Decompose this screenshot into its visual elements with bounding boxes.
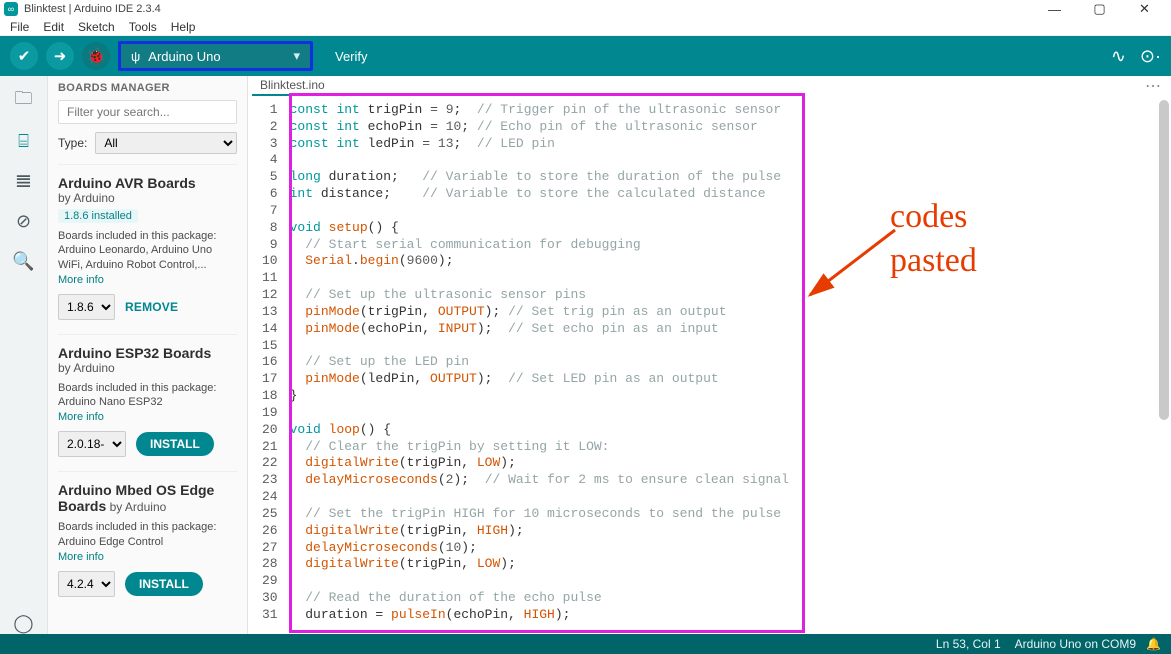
- package-version-select[interactable]: 2.0.18-: [58, 431, 126, 457]
- package-card: Arduino Mbed OS Edge Boards by Arduino B…: [58, 471, 237, 611]
- package-name: Arduino AVR Boards: [58, 175, 237, 191]
- verify-button[interactable]: ✔: [10, 42, 38, 70]
- menu-edit[interactable]: Edit: [43, 20, 64, 34]
- package-installed-badge: 1.8.6 installed: [58, 209, 138, 223]
- package-description: Boards included in this package: Arduino…: [58, 229, 237, 272]
- package-card: Arduino AVR Boardsby Arduino 1.8.6 insta…: [58, 164, 237, 334]
- code-lines[interactable]: const int trigPin = 9; // Trigger pin of…: [290, 102, 1171, 634]
- package-more-info-link[interactable]: More info: [58, 551, 104, 563]
- folder-icon[interactable]: 🗀: [13, 90, 35, 112]
- package-install-button[interactable]: INSTALL: [136, 432, 214, 456]
- status-bar: Ln 53, Col 1 Arduino Uno on COM9 🔔: [0, 634, 1171, 654]
- type-label: Type:: [58, 136, 87, 150]
- menu-help[interactable]: Help: [171, 20, 196, 34]
- window-title: Blinktest | Arduino IDE 2.3.4: [24, 3, 161, 15]
- usb-icon: ψ: [131, 49, 140, 64]
- menu-tools[interactable]: Tools: [129, 20, 157, 34]
- code-editor[interactable]: 1234567891011121314151617181920212223242…: [248, 96, 1171, 634]
- editor-area: Blinktest.ino ⋯ 123456789101112131415161…: [248, 76, 1171, 634]
- line-gutter: 1234567891011121314151617181920212223242…: [248, 102, 290, 634]
- serial-plotter-icon[interactable]: ∿: [1111, 46, 1126, 67]
- package-more-info-link[interactable]: More info: [58, 274, 104, 286]
- main-body: 🗀 ⌸ 𝌆 ⊘ 🔍 ◯ BOARDS MANAGER Type: All Ard…: [0, 76, 1171, 634]
- board-selector-label: Arduino Uno: [148, 49, 220, 64]
- boards-search-input[interactable]: [58, 100, 237, 124]
- package-author: by Arduino: [58, 361, 237, 375]
- window-titlebar: ∞ Blinktest | Arduino IDE 2.3.4 — ▢ ✕: [0, 0, 1171, 18]
- package-name: Arduino ESP32 Boards: [58, 345, 237, 361]
- status-board: Arduino Uno on COM9: [1015, 637, 1136, 651]
- boards-manager-icon[interactable]: ⌸: [13, 130, 35, 152]
- app-logo-icon: ∞: [4, 2, 18, 16]
- search-icon[interactable]: 🔍: [13, 250, 35, 272]
- close-button[interactable]: ✕: [1122, 1, 1167, 17]
- package-author: by Arduino: [110, 500, 167, 514]
- editor-tabbar: Blinktest.ino ⋯: [248, 76, 1171, 96]
- sidebar-heading: BOARDS MANAGER: [58, 82, 237, 94]
- boards-manager-panel: BOARDS MANAGER Type: All Arduino AVR Boa…: [48, 76, 248, 634]
- toolbar-verify-label: Verify: [335, 49, 368, 64]
- package-description: Boards included in this package: Arduino…: [58, 520, 237, 549]
- package-version-select[interactable]: 1.8.6: [58, 294, 115, 320]
- package-card: Arduino ESP32 Boardsby Arduino Boards in…: [58, 334, 237, 472]
- package-author: by Arduino: [58, 191, 237, 205]
- package-version-select[interactable]: 4.2.4: [58, 571, 115, 597]
- package-remove-button[interactable]: REMOVE: [125, 300, 178, 314]
- serial-monitor-icon[interactable]: ⊙·: [1140, 46, 1161, 67]
- debug-panel-icon[interactable]: ⊘: [13, 210, 35, 232]
- maximize-button[interactable]: ▢: [1077, 1, 1122, 17]
- library-manager-icon[interactable]: 𝌆: [13, 170, 35, 192]
- debug-button[interactable]: 🐞: [82, 42, 110, 70]
- board-selector[interactable]: ψ Arduino Uno ▾: [118, 41, 313, 71]
- tab-active[interactable]: Blinktest.ino: [252, 76, 333, 96]
- notifications-icon[interactable]: 🔔: [1146, 637, 1161, 651]
- toolbar: ✔ ➜ 🐞 ψ Arduino Uno ▾ Verify ∿ ⊙·: [0, 36, 1171, 76]
- activity-bar: 🗀 ⌸ 𝌆 ⊘ 🔍 ◯: [0, 76, 48, 634]
- minimize-button[interactable]: —: [1032, 2, 1077, 17]
- menu-file[interactable]: File: [10, 20, 29, 34]
- status-cursor: Ln 53, Col 1: [936, 637, 1001, 651]
- menu-sketch[interactable]: Sketch: [78, 20, 115, 34]
- package-more-info-link[interactable]: More info: [58, 411, 104, 423]
- upload-button[interactable]: ➜: [46, 42, 74, 70]
- tab-overflow-icon[interactable]: ⋯: [1145, 76, 1161, 96]
- editor-scrollbar[interactable]: [1157, 96, 1171, 634]
- account-icon[interactable]: ◯: [13, 612, 35, 634]
- type-select[interactable]: All: [95, 132, 237, 154]
- package-description: Boards included in this package: Arduino…: [58, 381, 237, 410]
- chevron-down-icon: ▾: [293, 48, 300, 64]
- package-install-button[interactable]: INSTALL: [125, 572, 203, 596]
- menu-bar: File Edit Sketch Tools Help: [0, 18, 1171, 36]
